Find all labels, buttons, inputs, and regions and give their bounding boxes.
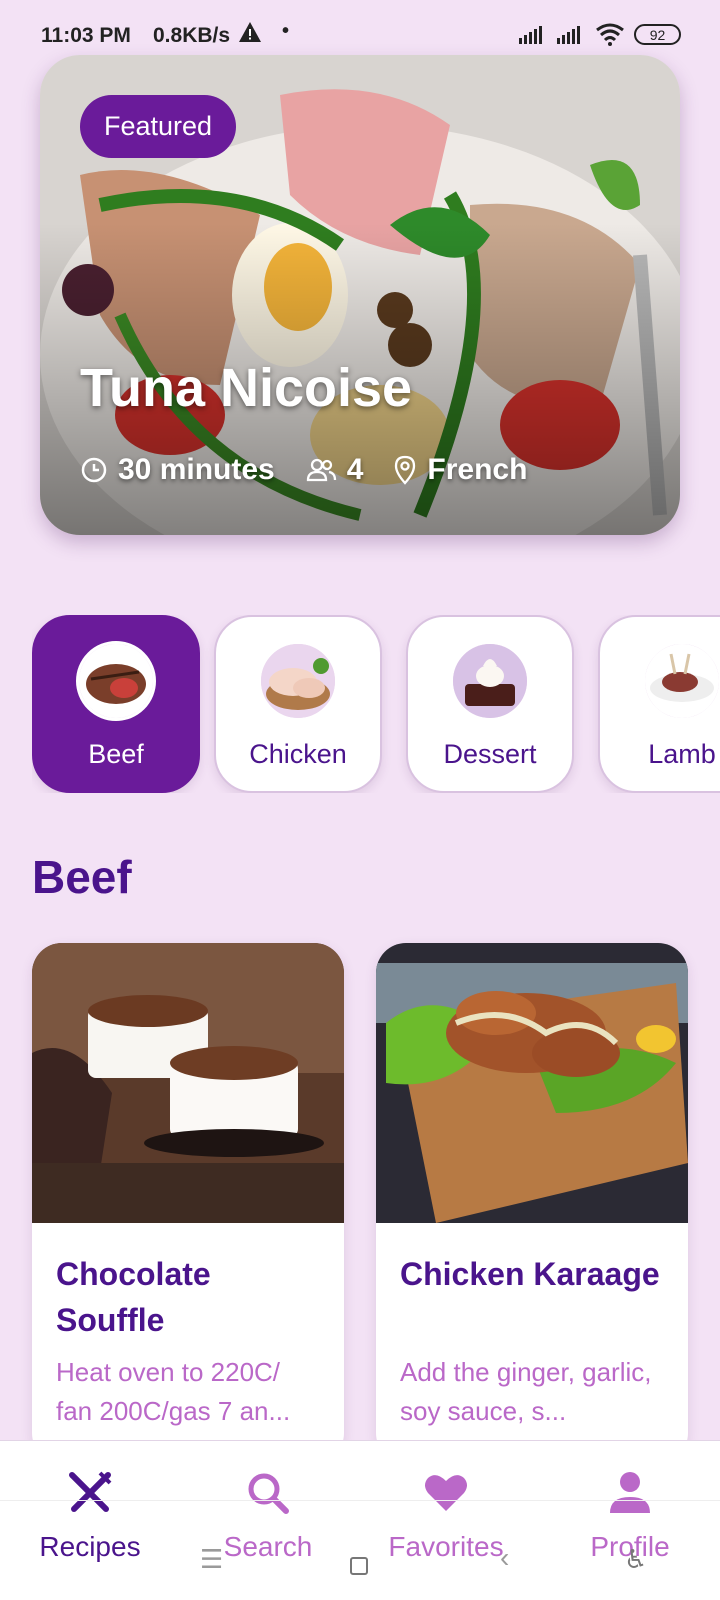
recipe-description: Heat oven to 220C/ fan 200C/gas 7 an... [56, 1357, 291, 1426]
recipe-description: Add the ginger, garlic, soy sauce, s... [400, 1357, 652, 1426]
back-icon[interactable]: ‹ [500, 1542, 509, 1574]
category-dessert-label: Dessert [443, 739, 537, 769]
signal-icon-2 [557, 26, 587, 50]
featured-servings: 4 [305, 453, 364, 487]
category-lamb-image [642, 641, 720, 721]
featured-recipe-card[interactable]: Featured Tuna Nicoise 30 minutes 4 Frenc… [40, 55, 680, 535]
wifi-icon [595, 22, 625, 52]
category-beef-label: Beef [88, 739, 144, 769]
status-time: 11:03 PM [41, 24, 131, 47]
warning-icon [238, 21, 262, 49]
recipe-title: Chicken Karaage [400, 1256, 660, 1292]
featured-duration: 30 minutes [80, 453, 275, 487]
category-chicken-label: Chicken [249, 739, 347, 769]
recipe-image [32, 943, 344, 1223]
recipe-image [376, 943, 688, 1223]
category-lamb[interactable]: Lamb [598, 615, 720, 793]
featured-cuisine-label: French [427, 453, 528, 486]
featured-cuisine: French [393, 453, 527, 487]
menu-icon[interactable]: ☰ [200, 1544, 223, 1575]
people-icon [306, 458, 336, 482]
category-beef-image [76, 641, 156, 721]
category-beef[interactable]: Beef [32, 615, 200, 793]
category-list[interactable]: Beef Chicken Dessert Lamb [32, 615, 720, 793]
featured-meta: 30 minutes 4 French [80, 453, 557, 487]
system-navigation-bar: ☰ ‹ ♿ [0, 1500, 720, 1600]
category-chicken[interactable]: Chicken [214, 615, 382, 793]
status-net-speed: 0.8KB/s [153, 24, 231, 47]
recipe-card[interactable]: Chocolate Souffle Heat oven to 220C/ fan… [32, 943, 344, 1463]
featured-servings-label: 4 [346, 453, 364, 486]
section-title: Beef [32, 851, 132, 903]
notification-dot-icon: • [282, 20, 290, 42]
category-lamb-label: Lamb [648, 739, 716, 769]
recipe-card[interactable]: Chicken Karaage Add the ginger, garlic, … [376, 943, 688, 1463]
featured-duration-label: 30 minutes [118, 453, 275, 486]
category-chicken-image [258, 641, 338, 721]
system-nav-divider [0, 1500, 720, 1501]
featured-title: Tuna Nicoise [80, 358, 413, 418]
signal-icon [519, 26, 549, 50]
recipe-title: Chocolate Souffle [56, 1256, 211, 1338]
featured-badge: Featured [80, 95, 237, 158]
category-dessert[interactable]: Dessert [406, 615, 574, 793]
clock-icon [81, 457, 107, 483]
category-dessert-image [450, 641, 530, 721]
battery-indicator: 92 [634, 24, 681, 45]
home-icon[interactable] [350, 1557, 368, 1575]
location-pin-icon [395, 455, 416, 485]
accessibility-icon[interactable]: ♿ [624, 1544, 647, 1575]
